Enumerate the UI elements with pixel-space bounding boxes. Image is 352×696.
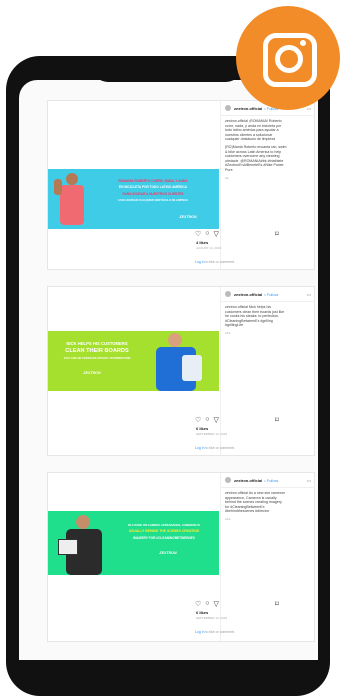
login-rest: to like or comment.	[204, 446, 236, 450]
post-actions: ♡ ○ ▽	[195, 416, 219, 424]
login-rest: to like or comment.	[204, 260, 236, 264]
bookmark-icon[interactable]: ⌑	[275, 230, 279, 238]
post-image[interactable]: NICK HELPS HIS CUSTOMERS CLEAN THEIR BOA…	[48, 331, 219, 391]
caption: zextron.official As a new sim cameron ap…	[221, 488, 315, 517]
login-prompt: Log in to like or comment.	[195, 630, 235, 634]
caption-time: 16w	[225, 330, 231, 335]
likes-count: 4 likes	[196, 240, 209, 245]
image-text-line: EN BICICLETA POR TODO LATINO AMÉRICA	[119, 185, 187, 189]
more-options-icon[interactable]: •••	[307, 292, 311, 297]
caption-time: 16w	[225, 516, 231, 521]
login-rest: to like or comment.	[204, 630, 236, 634]
avatar[interactable]	[225, 477, 231, 483]
share-icon[interactable]: ▽	[214, 600, 219, 608]
caption-line: #behindthescenes #director	[225, 509, 270, 514]
caption-line: Pure	[225, 167, 233, 172]
image-text-line: CLEAN THEIR BOARDS	[65, 348, 129, 354]
instagram-logo-icon	[236, 6, 340, 110]
login-prompt: Log in to like or comment.	[195, 446, 235, 450]
image-text-line: USUALLY BEHIND THE SCENES CREATING	[128, 529, 200, 533]
post-header: zextron.official • Follow •••	[221, 473, 315, 488]
image-text-line: IMAGERY FOR #CLEANINGBETWEENEX	[133, 536, 195, 540]
post-sidebar: zextron.official • Follow ••• zextron.of…	[220, 101, 315, 269]
brand-logo: ZEXTRON	[179, 215, 197, 219]
login-prompt: Log in to like or comment.	[195, 260, 235, 264]
heart-icon[interactable]: ♡	[195, 230, 201, 238]
bookmark-icon[interactable]: ⌑	[275, 416, 279, 424]
brand-logo: ZEXTRON	[159, 551, 177, 555]
follow-button[interactable]: • Follow	[264, 292, 278, 297]
bookmark-icon[interactable]: ⌑	[275, 600, 279, 608]
account-name[interactable]: zextron.official	[234, 106, 262, 111]
heart-icon[interactable]: ♡	[195, 600, 201, 608]
caption: zextron.official ¡ROMANIA! Roberto corre…	[221, 116, 315, 176]
image-text-line: IN A RARE ON CAMERA APPEARANCE, CAMERON …	[128, 523, 200, 527]
image-text-line: PARA AYUDAR A NUESTROS CLIENTES	[122, 192, 184, 196]
share-icon[interactable]: ▽	[214, 416, 219, 424]
follow-button[interactable]: • Follow	[264, 478, 278, 483]
more-options-icon[interactable]: •••	[307, 106, 311, 111]
avatar[interactable]	[225, 291, 231, 297]
comment-icon[interactable]: ○	[205, 230, 209, 238]
caption: zextron.official Nick helps his customer…	[221, 302, 315, 331]
account-name[interactable]: zextron.official	[234, 478, 262, 483]
image-text-line: A SOLUCIONAR CUALQUIER OBSTÁCULO DE LIMP…	[117, 199, 189, 202]
more-options-icon[interactable]: •••	[307, 478, 311, 483]
post-card: ROMANIA ROBERTO CORRE, NADA, Y ANDA EN B…	[47, 100, 315, 270]
post-card: IN A RARE ON CAMERA APPEARANCE, CAMERON …	[47, 472, 315, 642]
image-text-line: NICK HELPS HIS CUSTOMERS	[66, 341, 128, 346]
brand-logo: ZEXTRON	[83, 371, 101, 375]
login-link[interactable]: Log in	[195, 630, 205, 634]
person-figure	[148, 333, 210, 391]
comment-icon[interactable]: ○	[205, 600, 209, 608]
phone-notch	[92, 56, 242, 82]
post-sidebar: zextron.official • Follow ••• zextron.of…	[220, 287, 315, 455]
caption-time: 2w	[225, 175, 229, 180]
share-icon[interactable]: ▽	[214, 230, 219, 238]
post-date: AUGUST 13, 2019	[196, 246, 221, 250]
post-date: SEPTEMBER 10, 2019	[196, 616, 228, 620]
image-text-line: ROMANIA ROBERTO CORRE, NADA, Y ANDA	[118, 179, 188, 183]
person-figure	[58, 515, 108, 575]
caption-line: #grillingLife	[225, 323, 244, 328]
post-sidebar: zextron.official • Follow ••• zextron.of…	[220, 473, 315, 641]
post-actions: ♡ ○ ▽	[195, 230, 219, 238]
post-actions: ♡ ○ ▽	[195, 600, 219, 608]
screen: ROMANIA ROBERTO CORRE, NADA, Y ANDA EN B…	[19, 80, 318, 660]
comment-icon[interactable]: ○	[205, 416, 209, 424]
post-image[interactable]: IN A RARE ON CAMERA APPEARANCE, CAMERON …	[48, 511, 219, 575]
avatar[interactable]	[225, 105, 231, 111]
post-card: NICK HELPS HIS CUSTOMERS CLEAN THEIR BOA…	[47, 286, 315, 456]
post-date: SEPTEMBER 19, 2019	[196, 432, 228, 436]
heart-icon[interactable]: ♡	[195, 416, 201, 424]
login-link[interactable]: Log in	[195, 260, 205, 264]
post-header: zextron.official • Follow •••	[221, 287, 315, 302]
person-figure	[54, 173, 86, 229]
likes-count: 6 likes	[196, 426, 209, 431]
post-image[interactable]: ROMANIA ROBERTO CORRE, NADA, Y ANDA EN B…	[48, 169, 219, 229]
likes-count: 6 likes	[196, 610, 209, 615]
image-text-line: JUST LIKE HE COOKS HIS STEAKS: TO PERFEC…	[63, 357, 131, 360]
login-link[interactable]: Log in	[195, 446, 205, 450]
account-name[interactable]: zextron.official	[234, 292, 262, 297]
